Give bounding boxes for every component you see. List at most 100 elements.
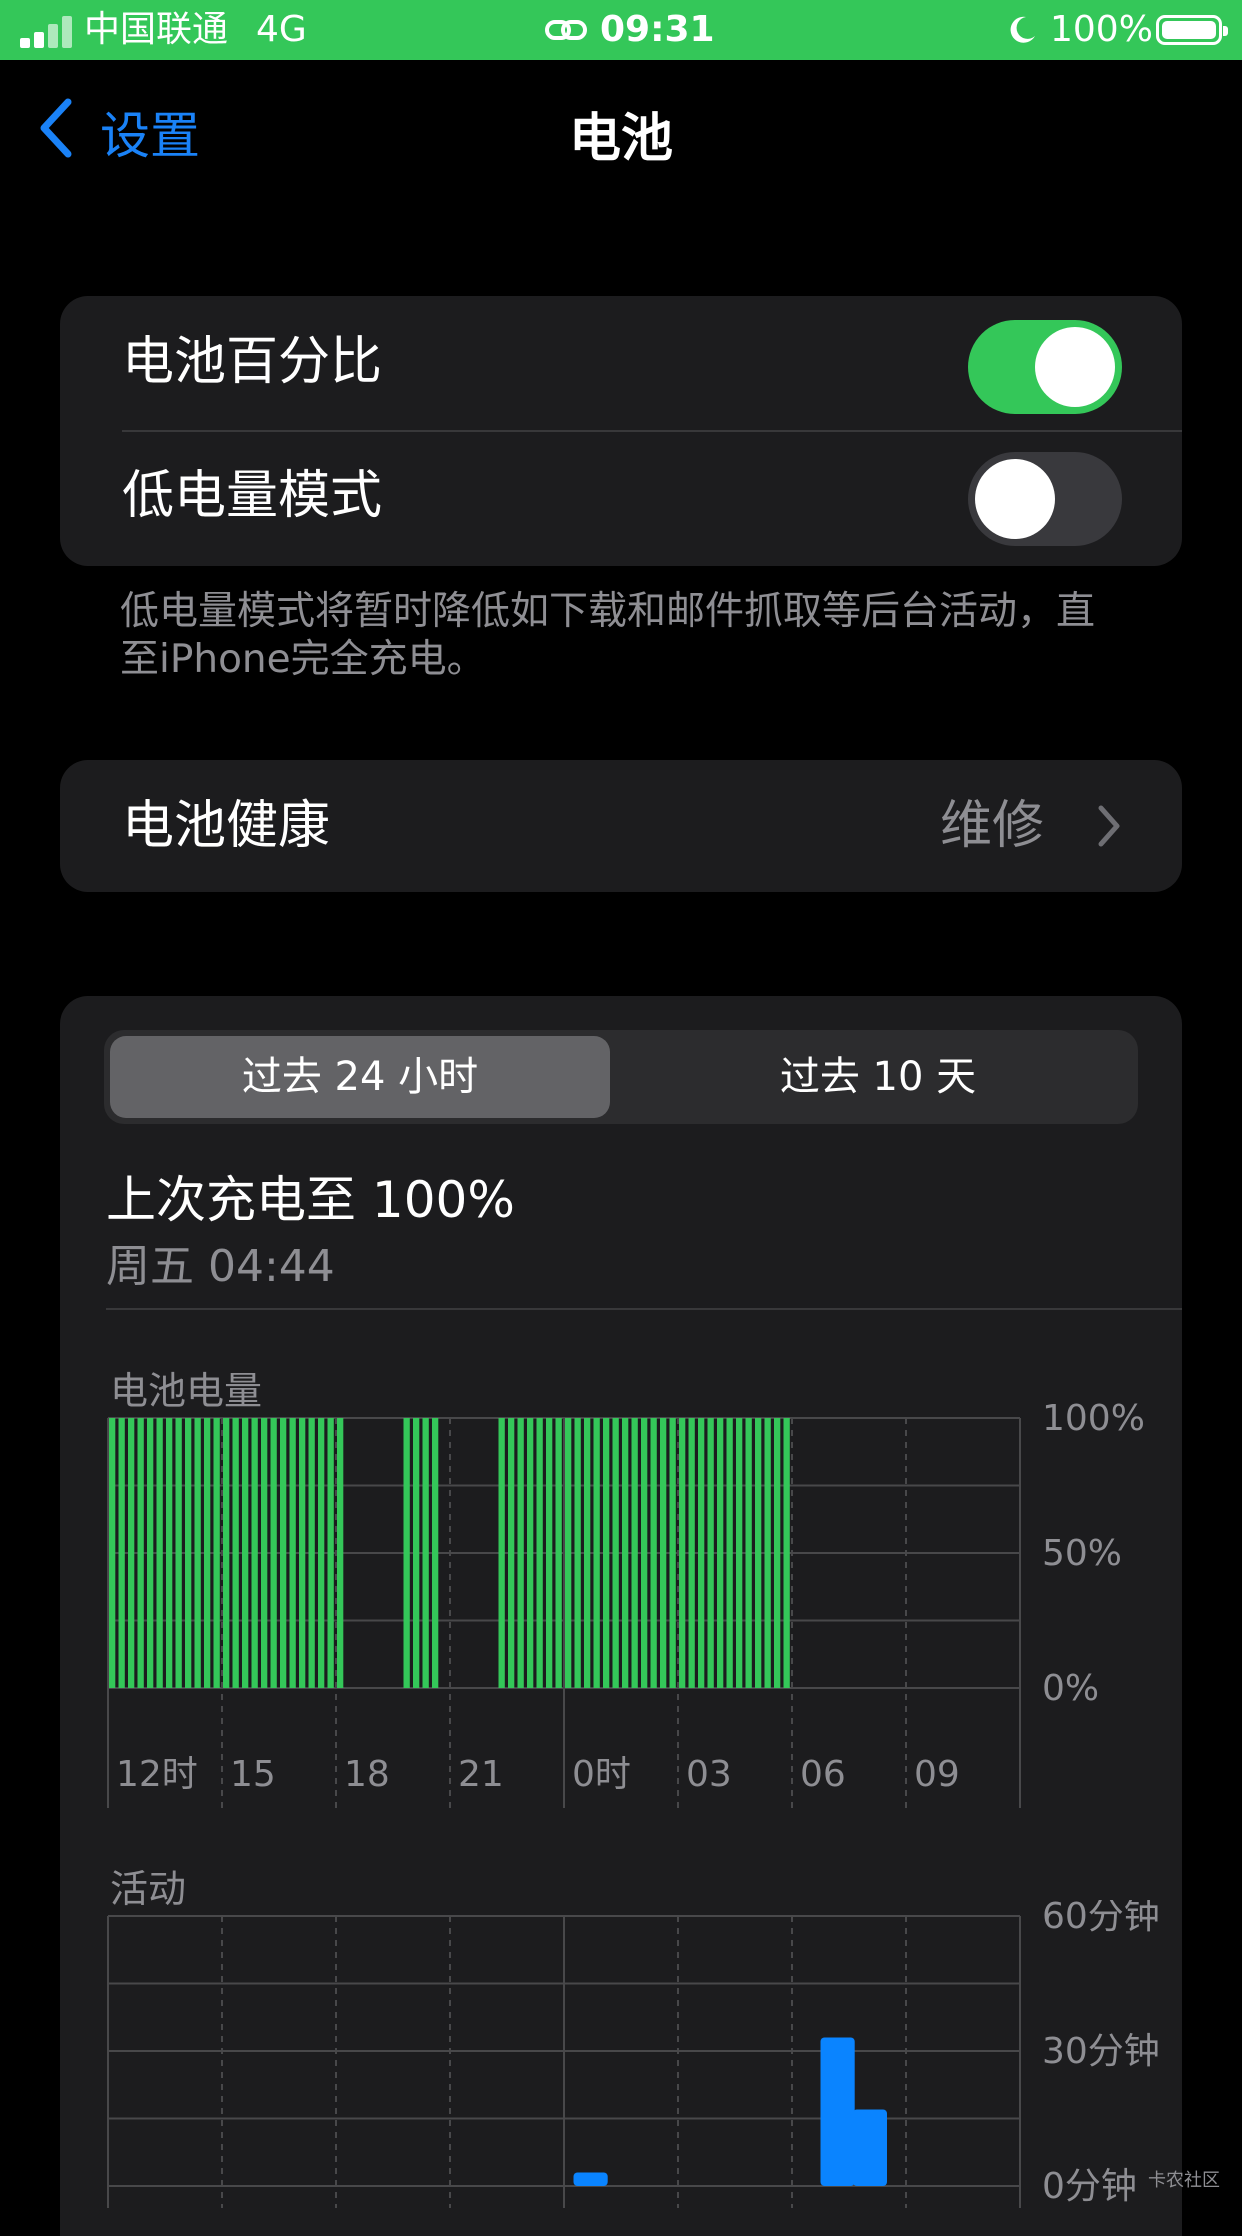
battery-bar [498, 1418, 505, 1688]
battery-bar [593, 1418, 600, 1688]
x-axis-label: 15 [230, 1754, 276, 1795]
battery-bar [641, 1418, 648, 1688]
battery-bar [251, 1418, 258, 1688]
x-axis-label: 21 [458, 1754, 504, 1795]
clock: 09:31 [600, 9, 715, 50]
battery-health-label: 电池健康 [122, 796, 331, 856]
activity-bar [820, 2037, 855, 2186]
battery-bar [422, 1418, 429, 1688]
moon-icon [1010, 16, 1035, 43]
status-bar: 中国联通 4G 09:31 100% [0, 0, 1242, 60]
battery-bar [555, 1418, 562, 1688]
chevron-right-icon [1098, 805, 1120, 847]
battery-bar [517, 1418, 524, 1688]
battery-bar [755, 1418, 762, 1688]
battery-bar [745, 1418, 752, 1688]
battery-bar [432, 1418, 439, 1688]
battery-bar [270, 1418, 277, 1688]
x-axis-label: 03 [686, 1754, 732, 1795]
signal-icon [20, 14, 74, 48]
battery-bar [612, 1418, 619, 1688]
battery-bar [185, 1418, 192, 1688]
battery-bar [565, 1418, 572, 1688]
y-axis-label: 30分钟 [1042, 2031, 1160, 2072]
battery-percent: 100% [1050, 9, 1153, 50]
battery-bar [204, 1418, 211, 1688]
battery-bar [631, 1418, 638, 1688]
battery-bar [128, 1418, 135, 1688]
low-power-note: 低电量模式将暂时降低如下载和邮件抓取等后台活动，直至iPhone完全充电。 [120, 589, 1096, 682]
battery-bar [194, 1418, 201, 1688]
y-axis-label: 0% [1042, 1668, 1099, 1709]
battery-bar [147, 1418, 154, 1688]
battery-level-chart: 100% 50% 0% 12时 15 18 21 0时 03 06 09 [107, 1400, 1145, 1808]
battery-bar [527, 1418, 534, 1688]
battery-bar [717, 1418, 724, 1688]
battery-bar [660, 1418, 667, 1688]
battery-bar [774, 1418, 781, 1688]
y-axis-label: 50% [1042, 1533, 1122, 1574]
link-icon [545, 20, 587, 40]
y-axis-label: 0分钟 [1042, 2166, 1137, 2207]
tab-24-hours[interactable]: 过去 24 小时 [110, 1036, 610, 1118]
watermark: 卡农社区 [1148, 2170, 1220, 2191]
battery-bar [403, 1418, 410, 1688]
battery-bar [156, 1418, 163, 1688]
battery-percentage-toggle[interactable] [968, 320, 1122, 414]
y-axis-label: 60分钟 [1042, 1900, 1160, 1937]
battery-bar [764, 1418, 771, 1688]
network-type: 4G [256, 9, 307, 50]
battery-bar [688, 1418, 695, 1688]
x-axis-label: 12时 [116, 1754, 198, 1795]
battery-bar [280, 1418, 287, 1688]
activity-chart: 60分钟 30分钟 0分钟 [107, 1900, 1160, 2208]
battery-health-value: 维修 [940, 796, 1045, 856]
x-axis-label: 06 [800, 1754, 846, 1795]
battery-bar [223, 1418, 230, 1688]
last-charge-time: 周五 04:44 [106, 1241, 335, 1292]
battery-bar [698, 1418, 705, 1688]
battery-bar [726, 1418, 733, 1688]
battery-bar [546, 1418, 553, 1688]
low-power-mode-toggle[interactable] [968, 452, 1122, 546]
battery-bar [736, 1418, 743, 1688]
battery-bar [137, 1418, 144, 1688]
battery-bar [289, 1418, 296, 1688]
battery-bar [166, 1418, 173, 1688]
battery-settings-card: 电池百分比 低电量模式 [60, 296, 1182, 566]
battery-bar [669, 1418, 676, 1688]
battery-bar [213, 1418, 220, 1688]
divider [122, 430, 1182, 432]
battery-bar [413, 1418, 420, 1688]
last-charge-title: 上次充电至 100% [106, 1171, 515, 1229]
battery-bar [783, 1418, 790, 1688]
battery-bar [337, 1418, 344, 1688]
battery-bar [603, 1418, 610, 1688]
battery-bar [118, 1418, 125, 1688]
x-axis-label: 18 [344, 1754, 390, 1795]
battery-bar [650, 1418, 657, 1688]
battery-bar [308, 1418, 315, 1688]
battery-bar [508, 1418, 515, 1688]
battery-bar [232, 1418, 239, 1688]
y-axis-label: 100% [1042, 1400, 1145, 1439]
tab-10-days[interactable]: 过去 10 天 [624, 1036, 1132, 1118]
carrier-name: 中国联通 [84, 9, 229, 50]
battery-bar [242, 1418, 249, 1688]
battery-percentage-label: 电池百分比 [122, 332, 383, 392]
x-axis-label: 0时 [572, 1754, 631, 1795]
activity-bar [573, 2172, 608, 2186]
battery-bar [679, 1418, 686, 1688]
battery-health-row[interactable]: 电池健康 维修 [60, 760, 1182, 892]
low-power-mode-label: 低电量模式 [122, 466, 383, 526]
battery-bar [536, 1418, 543, 1688]
battery-bar [261, 1418, 268, 1688]
battery-bar [299, 1418, 306, 1688]
battery-bar [622, 1418, 629, 1688]
battery-bar [109, 1418, 116, 1688]
battery-bar [175, 1418, 182, 1688]
battery-bar [327, 1418, 334, 1688]
time-range-segmented-control[interactable]: 过去 24 小时 过去 10 天 [104, 1030, 1138, 1124]
activity-bar [852, 2109, 887, 2186]
battery-bar [574, 1418, 581, 1688]
